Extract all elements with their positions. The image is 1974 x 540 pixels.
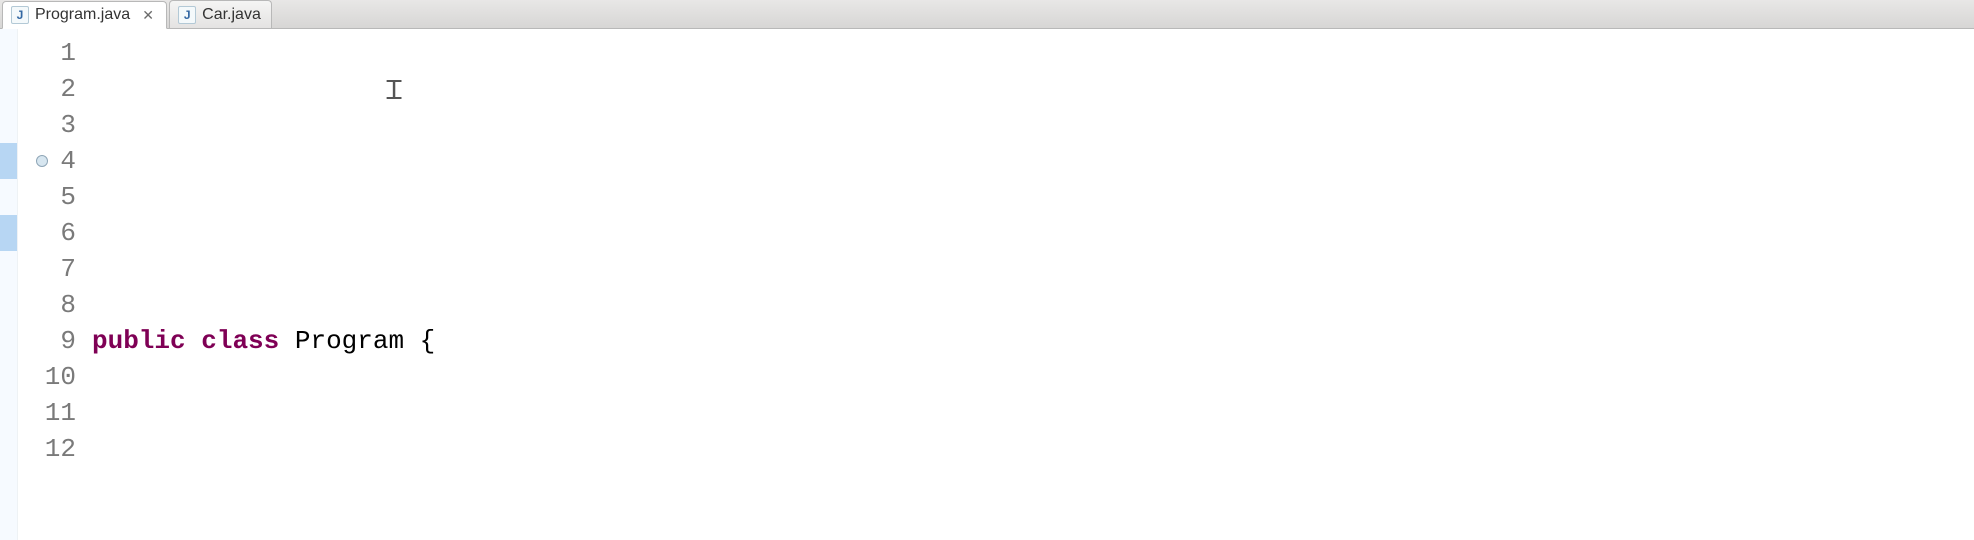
line-number-gutter: 1 2 3 4 5 6 7 8 9 10 11 12 [18,29,86,540]
line-number: 3 [18,107,86,143]
line-number: 6 [18,215,86,251]
line-number: 2 [18,71,86,107]
line-number: 8 [18,287,86,323]
line-number: 12 [18,431,86,467]
line-number: 5 [18,179,86,215]
tab-program-java[interactable]: J Program.java ✕ [2,1,167,29]
code-text[interactable]: Ꮖ public class Program { public static v… [86,29,1974,540]
line-number: 7 [18,251,86,287]
tab-label: Program.java [35,6,130,24]
code-line[interactable] [86,467,1974,503]
tab-label: Car.java [202,6,261,24]
code-area[interactable]: 1 2 3 4 5 6 7 8 9 10 11 12 Ꮖ public clas… [0,29,1974,540]
close-icon[interactable]: ✕ [140,7,156,23]
line-number: 11 [18,395,86,431]
editor-container: J Program.java ✕ J Car.java 1 2 [0,0,1974,540]
line-number: 4 [18,143,86,179]
code-line[interactable]: public class Program { [86,323,1974,359]
tab-bar: J Program.java ✕ J Car.java [0,0,1974,29]
overview-ruler [0,29,18,540]
method-marker-icon [36,155,48,167]
java-file-icon: J [178,6,196,24]
code-line[interactable] [86,179,1974,215]
java-file-icon: J [11,6,29,24]
line-number: 9 [18,323,86,359]
line-number: 1 [18,35,86,71]
line-number: 10 [18,359,86,395]
tab-car-java[interactable]: J Car.java [169,0,272,28]
text-cursor-icon: Ꮖ [386,73,403,109]
